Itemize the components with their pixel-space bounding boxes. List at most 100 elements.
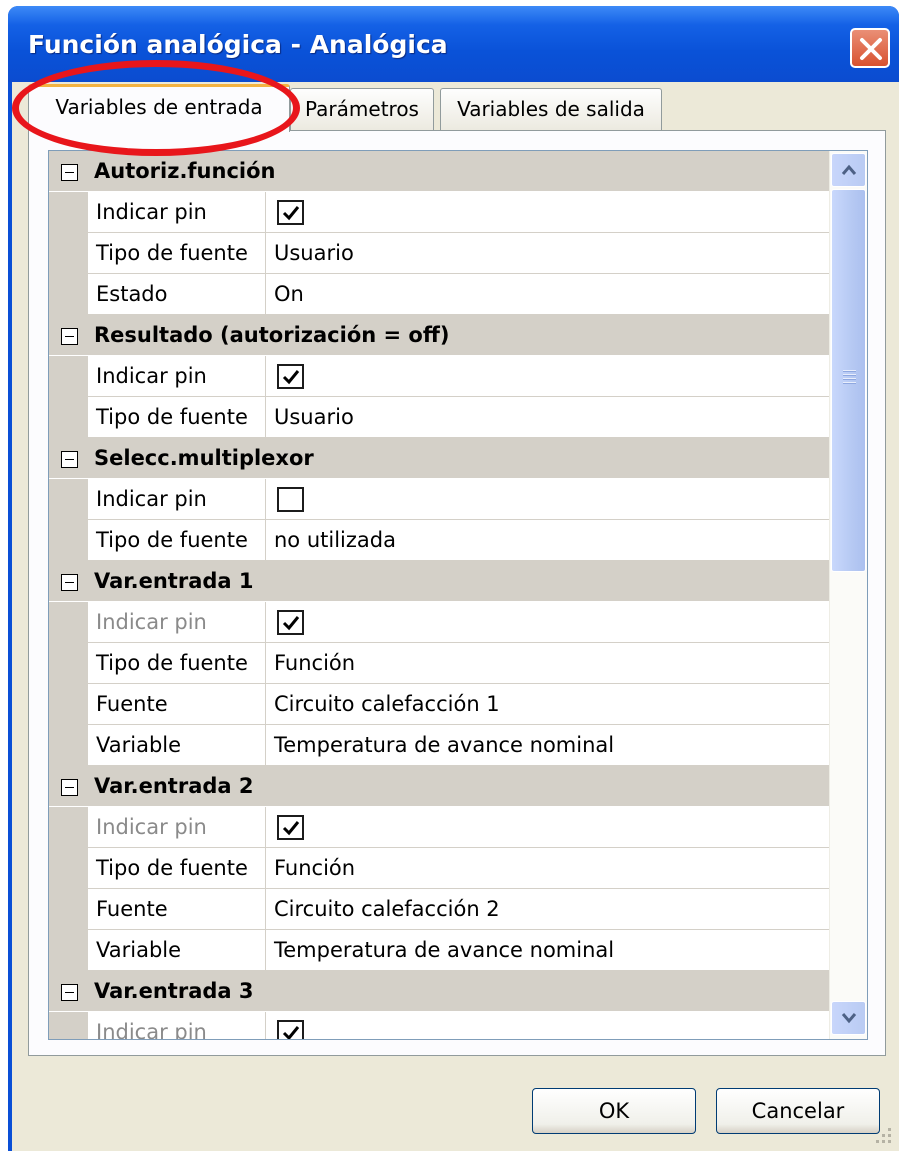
property-name: Fuente (88, 684, 266, 725)
scroll-thumb[interactable] (831, 189, 866, 572)
property-grid: Autoriz.función Indicar pin Tipo de fuente… (48, 150, 868, 1040)
resize-grip-icon[interactable] (872, 1124, 894, 1146)
row-gutter (49, 397, 88, 438)
tab-parametros[interactable]: Parámetros (290, 88, 434, 130)
property-row[interactable]: Indicar pin (49, 479, 829, 520)
property-value[interactable]: Usuario (266, 233, 829, 274)
property-value[interactable]: Función (266, 643, 829, 684)
category-label: Resultado (autorización = off) (94, 323, 450, 347)
row-gutter (49, 233, 88, 274)
property-row[interactable]: Estado On (49, 274, 829, 315)
ok-button[interactable]: OK (532, 1088, 696, 1134)
property-value[interactable]: Temperatura de avance nominal (266, 725, 829, 766)
property-value[interactable]: Circuito calefacción 1 (266, 684, 829, 725)
collapse-minus-icon[interactable] (61, 779, 78, 796)
indicar-pin-checkbox[interactable] (277, 815, 304, 840)
property-value[interactable]: Usuario (266, 397, 829, 438)
property-name: Tipo de fuente (88, 397, 266, 438)
close-x-icon (860, 38, 882, 60)
category-row[interactable]: Var.entrada 3 (49, 971, 829, 1012)
tab-variables-de-entrada[interactable]: Variables de entrada (28, 84, 290, 132)
property-value[interactable]: On (266, 274, 829, 315)
property-row[interactable]: Tipo de fuente Usuario (49, 397, 829, 438)
property-value (266, 1012, 829, 1039)
property-value (266, 602, 829, 643)
row-gutter (49, 520, 88, 561)
property-value[interactable]: no utilizada (266, 520, 829, 561)
scroll-up-button[interactable] (831, 153, 866, 187)
category-label: Autoriz.función (94, 159, 276, 183)
collapse-minus-icon[interactable] (61, 328, 78, 345)
property-name: Indicar pin (88, 807, 266, 848)
checkmark-icon (282, 206, 300, 221)
property-row[interactable]: Tipo de fuente Función (49, 643, 829, 684)
property-row[interactable]: Tipo de fuente Usuario (49, 233, 829, 274)
category-label: Var.entrada 1 (94, 569, 254, 593)
property-name: Indicar pin (88, 192, 266, 233)
collapse-minus-icon[interactable] (61, 164, 78, 181)
property-row[interactable]: Indicar pin (49, 807, 829, 848)
checkmark-icon (282, 370, 300, 385)
category-row[interactable]: Selecc.multiplexor (49, 438, 829, 479)
collapse-minus-icon[interactable] (61, 574, 78, 591)
category-row[interactable]: Autoriz.función (49, 151, 829, 192)
category-label: Selecc.multiplexor (94, 446, 314, 470)
checkmark-icon (282, 1026, 300, 1039)
property-value (266, 807, 829, 848)
row-gutter (49, 479, 88, 520)
property-row[interactable]: Tipo de fuente Función (49, 848, 829, 889)
property-row[interactable]: Indicar pin (49, 602, 829, 643)
property-row[interactable]: Tipo de fuente no utilizada (49, 520, 829, 561)
property-value[interactable]: Temperatura de avance nominal (266, 930, 829, 971)
collapse-minus-icon[interactable] (61, 451, 78, 468)
property-name: Tipo de fuente (88, 643, 266, 684)
row-gutter (49, 848, 88, 889)
row-gutter (49, 930, 88, 971)
property-name: Tipo de fuente (88, 233, 266, 274)
tab-label: Variables de entrada (55, 95, 263, 119)
row-gutter (49, 192, 88, 233)
window-title: Función analógica - Analógica (28, 30, 448, 59)
property-name: Fuente (88, 889, 266, 930)
vertical-scrollbar[interactable] (829, 151, 867, 1039)
property-row[interactable]: Fuente Circuito calefacción 1 (49, 684, 829, 725)
tab-variables-de-salida[interactable]: Variables de salida (440, 88, 662, 130)
property-row[interactable]: Variable Temperatura de avance nominal (49, 725, 829, 766)
category-row[interactable]: Var.entrada 2 (49, 766, 829, 807)
indicar-pin-checkbox[interactable] (277, 364, 304, 389)
property-name: Indicar pin (88, 602, 266, 643)
category-row[interactable]: Resultado (autorización = off) (49, 315, 829, 356)
indicar-pin-checkbox[interactable] (277, 1020, 304, 1039)
close-button[interactable] (850, 28, 890, 68)
category-label: Var.entrada 2 (94, 774, 254, 798)
row-gutter (49, 356, 88, 397)
property-row[interactable]: Indicar pin (49, 1012, 829, 1039)
property-row[interactable]: Indicar pin (49, 356, 829, 397)
title-bar[interactable]: Función analógica - Analógica (8, 6, 899, 82)
row-gutter (49, 602, 88, 643)
row-gutter (49, 725, 88, 766)
property-value (266, 479, 829, 520)
indicar-pin-checkbox[interactable] (277, 487, 304, 512)
tab-label: Parámetros (305, 97, 419, 121)
property-name: Tipo de fuente (88, 520, 266, 561)
property-name: Indicar pin (88, 356, 266, 397)
property-name: Indicar pin (88, 1012, 266, 1039)
property-row[interactable]: Variable Temperatura de avance nominal (49, 930, 829, 971)
property-row[interactable]: Fuente Circuito calefacción 2 (49, 889, 829, 930)
property-value[interactable]: Función (266, 848, 829, 889)
tab-label: Variables de salida (457, 97, 645, 121)
category-row[interactable]: Var.entrada 1 (49, 561, 829, 602)
property-name: Variable (88, 725, 266, 766)
indicar-pin-checkbox[interactable] (277, 610, 304, 635)
scroll-down-button[interactable] (831, 1001, 866, 1035)
property-grid-rows: Autoriz.función Indicar pin Tipo de fuente… (49, 151, 829, 1039)
collapse-minus-icon[interactable] (61, 984, 78, 1001)
cancel-button[interactable]: Cancelar (716, 1088, 880, 1134)
indicar-pin-checkbox[interactable] (277, 200, 304, 225)
property-row[interactable]: Indicar pin (49, 192, 829, 233)
row-gutter (49, 1012, 88, 1039)
row-gutter (49, 274, 88, 315)
category-label: Var.entrada 3 (94, 979, 254, 1003)
property-value[interactable]: Circuito calefacción 2 (266, 889, 829, 930)
